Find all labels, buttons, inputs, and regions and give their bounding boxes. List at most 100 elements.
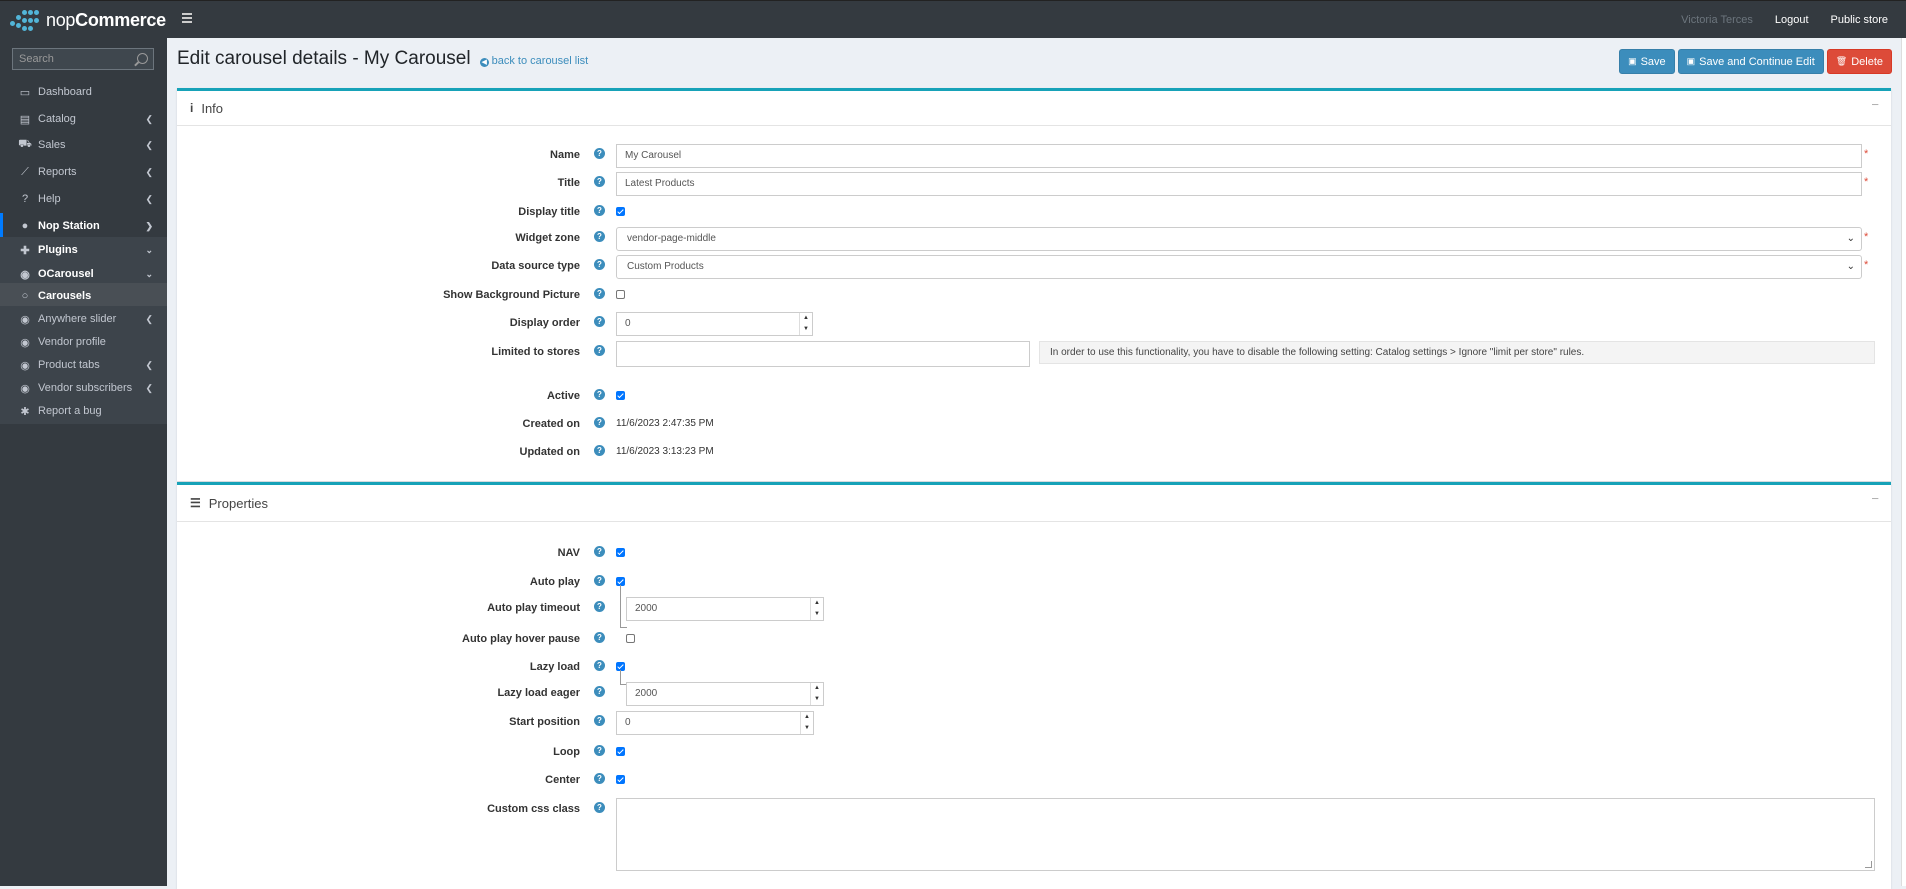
help-icon[interactable]: ? <box>594 231 605 242</box>
number-spinner[interactable]: ▲ ▼ <box>799 313 812 335</box>
help-icon[interactable]: ? <box>594 802 605 813</box>
number-spinner[interactable]: ▲ ▼ <box>800 712 813 734</box>
help-icon[interactable]: ? <box>594 389 605 400</box>
autoplay-timeout-row: Auto play timeout ? 2000 ▲ ▼ <box>177 597 1891 621</box>
start-position-input[interactable]: 0 ▲ ▼ <box>616 711 814 735</box>
help-icon[interactable]: ? <box>594 205 605 216</box>
delete-button[interactable]: 🗑 Delete <box>1826 49 1892 74</box>
help-icon[interactable]: ? <box>594 445 605 456</box>
title-input[interactable]: Latest Products <box>616 172 1862 196</box>
updated-on-value: 11/6/2023 3:13:23 PM <box>616 446 714 457</box>
arrow-circle-left-icon: ◀ <box>479 58 489 67</box>
monitor-icon: ▭ <box>19 86 31 99</box>
display-title-checkbox[interactable] <box>616 207 625 216</box>
number-spinner[interactable]: ▲ ▼ <box>810 683 823 705</box>
resize-handle-icon[interactable] <box>1865 861 1872 868</box>
chevron-down-icon: ⌄ <box>1846 233 1855 244</box>
help-icon[interactable]: ? <box>594 345 605 356</box>
help-icon[interactable]: ? <box>594 773 605 784</box>
save-button[interactable]: ▣ Save <box>1619 49 1675 74</box>
data-source-select[interactable]: Custom Products ⌄ <box>616 255 1862 279</box>
puzzle-icon: ✚ <box>20 244 30 257</box>
center-row: Center ? <box>177 769 1891 793</box>
center-checkbox[interactable] <box>616 775 625 784</box>
properties-card: ☰ Properties − NAV ? Auto play ? Auto pl… <box>177 482 1891 889</box>
limited-stores-note: In order to use this functionality, you … <box>1039 341 1875 364</box>
public-store-link[interactable]: Public store <box>1831 14 1888 26</box>
number-spinner[interactable]: ▲ ▼ <box>810 598 823 620</box>
updated-on-row: Updated on ? 11/6/2023 3:13:23 PM <box>519 445 714 458</box>
dot-circle-icon: ◉ <box>20 268 30 281</box>
active-checkbox[interactable] <box>616 391 625 400</box>
cart-icon: ⛟ <box>18 138 32 150</box>
help-icon[interactable]: ? <box>594 575 605 586</box>
display-order-input[interactable]: 0 ▲ ▼ <box>616 312 813 336</box>
sidebar-search <box>12 48 154 70</box>
active-row: Active ? <box>177 385 1891 409</box>
circle-outline-icon: ○ <box>21 290 29 302</box>
show-bg-row: Show Background Picture ? <box>177 284 1891 308</box>
collapse-icon[interactable]: − <box>1871 491 1879 506</box>
search-icon[interactable] <box>137 53 148 64</box>
sidebar-item-dashboard[interactable]: ▭ Dashboard <box>0 79 167 105</box>
dot-circle-icon: ◉ <box>20 382 30 395</box>
required-indicator: * <box>1864 148 1869 160</box>
sidebar-item-help[interactable]: ? Help ❮ <box>0 186 167 212</box>
display-order-row: Display order ? 0 ▲ ▼ <box>177 312 1891 336</box>
trash-icon: 🗑 <box>1835 56 1848 66</box>
created-on-value: 11/6/2023 2:47:35 PM <box>616 418 714 429</box>
help-icon[interactable]: ? <box>594 632 605 643</box>
sidebar: ▭Dashboard ▤Catalog ❮ ⛟Sales ❮ ⟋Reports … <box>0 38 167 886</box>
info-card-header[interactable]: i Info − <box>177 91 1891 126</box>
help-icon[interactable]: ? <box>594 601 605 612</box>
help-icon[interactable]: ? <box>594 148 605 159</box>
required-indicator: * <box>1864 176 1869 188</box>
help-icon[interactable]: ? <box>594 259 605 270</box>
sidebar-item-reports[interactable]: ⟋ Reports ❮ <box>0 159 167 185</box>
lazyload-eager-input[interactable]: 2000 ▲ ▼ <box>626 682 824 706</box>
autoplay-timeout-input[interactable]: 2000 ▲ ▼ <box>626 597 824 621</box>
circle-icon: ● <box>21 220 29 232</box>
collapse-icon[interactable]: − <box>1871 97 1879 112</box>
help-icon[interactable]: ? <box>594 176 605 187</box>
help-icon[interactable]: ? <box>594 715 605 726</box>
sidebar-item-catalog[interactable]: ▤ Catalog ❮ <box>0 106 167 132</box>
properties-card-header[interactable]: ☰ Properties − <box>177 485 1891 522</box>
custom-css-row: Custom css class ? <box>177 798 1891 871</box>
chevron-left-icon: ❮ <box>145 313 153 324</box>
back-to-list-link[interactable]: ◀ back to carousel list <box>479 55 588 67</box>
logo-text: nopCommerce <box>46 9 166 30</box>
menu-toggle-icon[interactable] <box>182 13 192 25</box>
show-bg-checkbox[interactable] <box>616 290 625 299</box>
chevron-left-icon: ❮ <box>145 193 153 204</box>
limited-stores-input[interactable] <box>616 341 1030 367</box>
save-continue-button[interactable]: ▣ Save and Continue Edit <box>1677 49 1824 74</box>
name-input[interactable]: My Carousel <box>616 144 1862 168</box>
widget-zone-select[interactable]: vendor-page-middle ⌄ <box>616 227 1862 251</box>
chevron-left-icon: ❮ <box>145 359 153 370</box>
scrollbar[interactable] <box>1901 38 1906 886</box>
limited-stores-row: Limited to stores ? In order to use this… <box>177 341 1891 367</box>
nopcommerce-logo[interactable]: nopCommerce <box>10 7 166 33</box>
autoplay-hover-checkbox[interactable] <box>626 634 635 643</box>
help-icon[interactable]: ? <box>594 546 605 557</box>
help-icon[interactable]: ? <box>594 660 605 671</box>
help-icon[interactable]: ? <box>594 417 605 428</box>
sidebar-item-sales[interactable]: ⛟ Sales ❮ <box>0 132 167 158</box>
help-icon[interactable]: ? <box>594 316 605 327</box>
bug-icon: ✱ <box>20 405 30 418</box>
nav-checkbox[interactable] <box>616 548 625 557</box>
custom-css-textarea[interactable] <box>616 798 1875 871</box>
sidebar-item-nop-station[interactable]: ● Nop Station ❯ <box>0 213 167 239</box>
loop-checkbox[interactable] <box>616 747 625 756</box>
logout-link[interactable]: Logout <box>1775 14 1809 26</box>
autoplay-hover-row: Auto play hover pause ? <box>177 628 1891 652</box>
sidebar-item-report-a-bug[interactable]: ✱ Report a bug <box>0 398 167 424</box>
help-icon[interactable]: ? <box>594 745 605 756</box>
book-icon: ▤ <box>19 113 31 126</box>
help-icon[interactable]: ? <box>594 686 605 697</box>
sidebar-item-plugins[interactable]: ✚ Plugins ⌄ <box>0 237 167 263</box>
sidebar-search-input[interactable] <box>13 49 145 69</box>
help-icon[interactable]: ? <box>594 288 605 299</box>
start-position-row: Start position ? 0 ▲ ▼ <box>177 711 1891 735</box>
